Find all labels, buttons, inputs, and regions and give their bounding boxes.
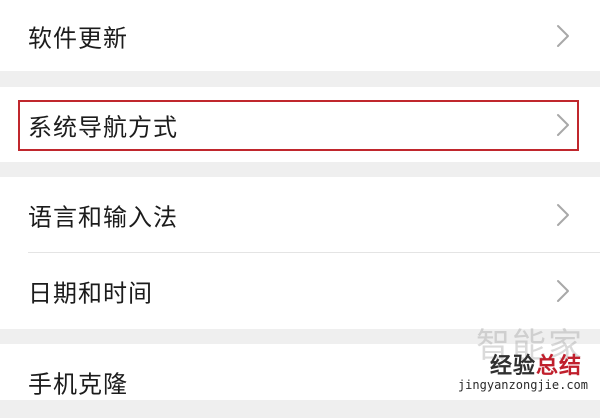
chevron-right-icon (557, 203, 569, 226)
settings-item-system-navigation[interactable]: 系统导航方式 (0, 87, 600, 162)
settings-item-label: 软件更新 (28, 24, 128, 52)
settings-item-phone-clone[interactable]: 手机克隆 (0, 344, 600, 418)
settings-item-label: 日期和时间 (28, 279, 153, 308)
chevron-right-icon (557, 24, 569, 47)
settings-item-language-input[interactable]: 语言和输入法 (0, 177, 600, 252)
settings-card-general: 语言和输入法 日期和时间 (0, 177, 600, 329)
settings-item-label: 语言和输入法 (28, 203, 178, 231)
settings-list: 软件更新 系统导航方式 语言和输入法 日期和时间 手机克隆 智能家 经验总结 j… (0, 0, 600, 400)
settings-card-clone: 手机克隆 (0, 344, 600, 400)
settings-item-software-update[interactable]: 软件更新 (0, 0, 600, 71)
settings-item-date-time[interactable]: 日期和时间 (0, 253, 600, 329)
settings-card-navigation: 系统导航方式 (0, 87, 600, 162)
chevron-right-icon (557, 113, 569, 136)
chevron-right-icon (557, 280, 569, 302)
settings-item-label: 手机克隆 (28, 370, 128, 399)
settings-card-updates: 软件更新 (0, 0, 600, 71)
settings-item-label: 系统导航方式 (28, 113, 178, 141)
